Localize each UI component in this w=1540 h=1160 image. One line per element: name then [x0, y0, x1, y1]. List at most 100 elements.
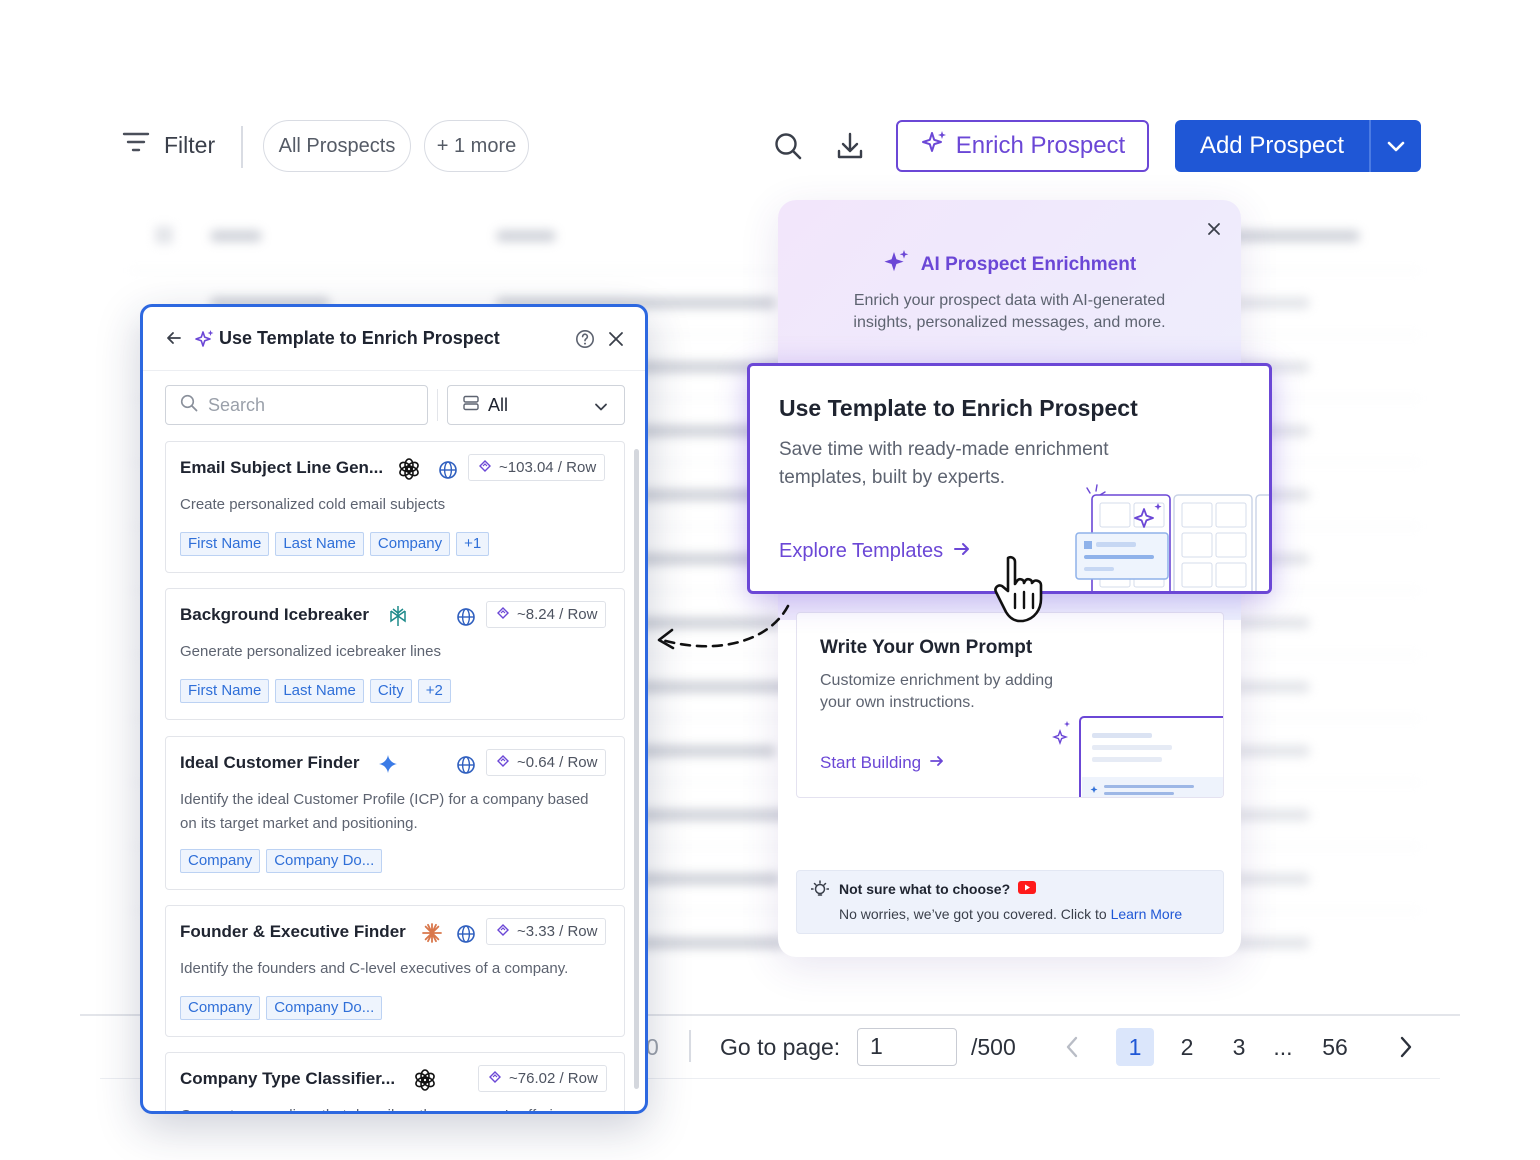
claude-icon — [422, 923, 442, 948]
add-prospect-button[interactable]: Add Prospect — [1175, 120, 1421, 172]
openai-icon — [398, 458, 420, 485]
credit-cost-badge: ~103.04 / Row — [468, 454, 606, 481]
pagination-divider — [689, 1030, 691, 1062]
tag: Company — [369, 532, 451, 556]
learn-more-link[interactable]: Learn More — [1111, 906, 1183, 922]
help-hint-box: Not sure what to choose? No worries, we’… — [796, 870, 1224, 934]
template-name: Company Type Classifier... — [180, 1069, 396, 1088]
sparkles-icon — [883, 248, 911, 282]
template-card-company-type-classifier[interactable]: Company Type Classifier... ~76.02 / Row … — [165, 1052, 625, 1111]
globe-icon — [456, 607, 476, 632]
template-name: Founder & Executive Finder — [180, 922, 406, 941]
credit-cost-badge: ~3.33 / Row — [486, 918, 607, 945]
openai-icon — [414, 1069, 436, 1096]
globe-icon — [456, 755, 476, 780]
chevron-down-icon[interactable] — [1371, 139, 1422, 153]
page-button-56[interactable]: 56 — [1316, 1028, 1354, 1066]
template-search-input[interactable]: Search — [165, 385, 428, 425]
toolbar-divider — [437, 389, 438, 421]
arrow-right-icon — [953, 540, 971, 563]
close-icon[interactable] — [1203, 218, 1225, 240]
template-card-ideal-customer-finder[interactable]: Ideal Customer Finder ~0.64 / Row Identi… — [165, 736, 625, 890]
credit-cost-badge: ~76.02 / Row — [478, 1065, 607, 1092]
chip-all-prospects[interactable]: All Prospects — [263, 120, 411, 172]
globe-icon — [456, 924, 476, 949]
template-picker-panel: Use Template to Enrich Prospect Search A… — [140, 304, 648, 1114]
tag: +1 — [456, 532, 490, 556]
template-panel-header: Use Template to Enrich Prospect — [143, 307, 645, 371]
search-icon[interactable] — [770, 128, 806, 164]
sparkles-icon — [920, 129, 948, 164]
start-building-link[interactable]: Start Building — [820, 753, 945, 773]
hand-cursor-icon — [994, 555, 1043, 623]
filter-button[interactable]: Filter — [122, 130, 215, 160]
tag: Last Name — [275, 532, 364, 556]
tag: +2 — [417, 679, 451, 703]
credit-gem-icon — [495, 753, 511, 773]
toolbar-divider — [241, 126, 243, 168]
tag: Company Do... — [266, 849, 383, 873]
page-button-1[interactable]: 1 — [1116, 1028, 1154, 1066]
template-tags: Company Company Do... — [180, 849, 383, 873]
own-prompt-title: Write Your Own Prompt — [820, 637, 1033, 658]
template-card-title: Use Template to Enrich Prospect — [779, 395, 1138, 421]
hint-title: Not sure what to choose? — [839, 881, 1037, 897]
template-tags: First Name Last Name Company +1 — [180, 532, 490, 556]
close-icon[interactable] — [607, 330, 625, 353]
page-button-2[interactable]: 2 — [1168, 1028, 1206, 1066]
template-description: Create personalized cold email subjects — [180, 496, 446, 513]
list-scrollbar[interactable] — [634, 449, 639, 1089]
search-icon — [180, 394, 198, 417]
write-own-prompt-card[interactable]: Write Your Own Prompt Customize enrichme… — [796, 612, 1224, 798]
page-number-input[interactable]: 1 — [857, 1028, 957, 1066]
enrichment-panel-subtitle: Enrich your prospect data with AI-genera… — [853, 292, 1166, 331]
template-description: Identify the ideal Customer Profile (ICP… — [180, 791, 589, 832]
go-to-page-label: Go to page: — [720, 1034, 841, 1060]
explore-templates-link[interactable]: Explore Templates — [779, 540, 971, 563]
help-icon[interactable] — [575, 329, 595, 354]
template-name: Email Subject Line Gen... — [180, 458, 384, 477]
template-tags: First Name Last Name City +2 — [180, 679, 451, 703]
template-description: Generate personalized icebreaker lines — [180, 643, 441, 660]
template-card-founder-finder[interactable]: Founder & Executive Finder ~3.33 / Row I… — [165, 905, 625, 1037]
sparkles-icon — [195, 329, 215, 354]
credit-gem-icon — [477, 458, 493, 478]
lightbulb-icon — [810, 880, 830, 905]
template-card-background-icebreaker[interactable]: Background Icebreaker ~8.24 / Row Genera… — [165, 588, 625, 720]
category-select-value: All — [488, 394, 509, 415]
gemini-icon — [378, 754, 398, 779]
filter-label: Filter — [164, 131, 216, 158]
category-select[interactable]: All — [447, 385, 625, 425]
template-description: Generate a one-liner that describes the … — [180, 1104, 590, 1111]
own-prompt-subtitle: Customize enrichment by adding your own … — [820, 672, 1054, 711]
page-button-3[interactable]: 3 — [1220, 1028, 1258, 1066]
template-description: Identify the founders and C-level execut… — [180, 960, 569, 977]
page-ellipsis: ... — [1273, 1034, 1293, 1060]
total-pages: /500 — [971, 1034, 1016, 1060]
credit-cost-badge: ~8.24 / Row — [486, 601, 607, 628]
enrich-prospect-button[interactable]: Enrich Prospect — [896, 120, 1149, 172]
credit-gem-icon — [487, 1069, 503, 1089]
tag: Company — [180, 996, 261, 1020]
globe-icon — [438, 460, 458, 485]
dashed-arrow-icon — [657, 604, 790, 650]
tag: Last Name — [275, 679, 364, 703]
template-panel-title: Use Template to Enrich Prospect — [219, 328, 500, 348]
arrow-left-icon[interactable] — [165, 329, 183, 352]
chevron-down-icon — [594, 398, 608, 419]
chevron-right-icon[interactable] — [1392, 1032, 1420, 1062]
layers-icon — [462, 394, 480, 417]
template-card-email-subject[interactable]: Email Subject Line Gen... ~103.04 / Row … — [165, 441, 625, 573]
hint-text: No worries, we’ve got you covered. Click… — [839, 906, 1183, 922]
templates-illustration — [1075, 484, 1269, 591]
chip-more[interactable]: + 1 more — [424, 120, 529, 172]
enrich-prospect-label: Enrich Prospect — [955, 132, 1126, 159]
credit-gem-icon — [495, 605, 511, 625]
chevron-left-icon[interactable] — [1058, 1032, 1086, 1062]
download-icon[interactable] — [832, 128, 868, 164]
template-name: Background Icebreaker — [180, 605, 369, 624]
tag: City — [369, 679, 412, 703]
add-prospect-label: Add Prospect — [1199, 132, 1345, 159]
youtube-icon[interactable] — [1018, 881, 1037, 897]
app-stage: Filter All Prospects + 1 more Enrich Pro… — [0, 0, 1540, 1160]
